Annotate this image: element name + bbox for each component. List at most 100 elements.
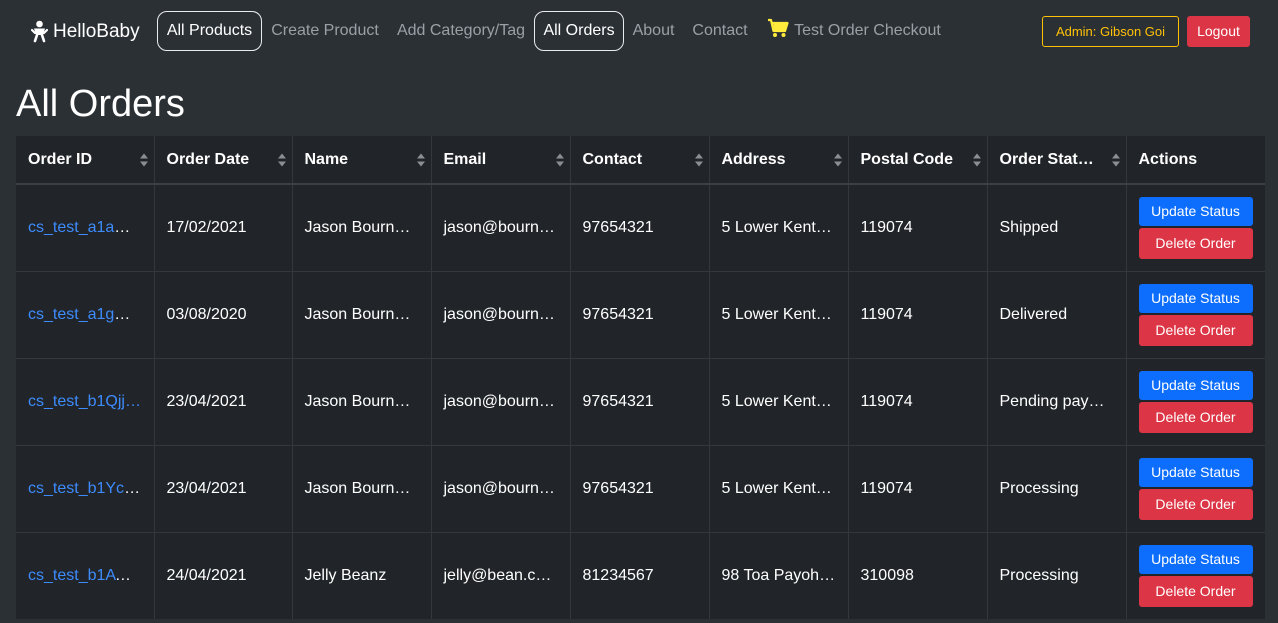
nav-all-orders[interactable]: All Orders [534, 11, 624, 51]
nav-about[interactable]: About [631, 11, 676, 51]
nav-test-order-checkout[interactable]: Test Order Checkout [765, 11, 943, 51]
order-id-cell: cs_test_a1gH… [16, 270, 155, 358]
actions-cell: Update Status Delete Order [1126, 357, 1265, 445]
sort-icon [1111, 153, 1120, 166]
order-id-cell: cs_test_b1AV… [16, 531, 155, 619]
contact-cell: 97654321 [570, 183, 710, 271]
table-header-row: Order ID Order Date Name Email Contact A… [16, 136, 1265, 185]
baby-icon [31, 20, 48, 43]
name-cell: Jason Bourne… [292, 183, 432, 271]
order-id-cell: cs_test_a1aM… [16, 183, 155, 271]
nav-all-products[interactable]: All Products [157, 11, 262, 51]
postal-code-cell: 310098 [848, 531, 988, 619]
column-header[interactable]: Email [431, 136, 571, 185]
column-header[interactable]: Order Date [154, 136, 293, 185]
order-id-link[interactable]: cs_test_a1aM… [28, 219, 144, 236]
order-status-cell: Shipped [987, 183, 1127, 271]
address-cell: 5 Lower Kent … [709, 444, 849, 532]
sort-icon [833, 153, 842, 166]
delete-order-button[interactable]: Delete Order [1138, 401, 1253, 433]
column-header-label: Address [721, 150, 786, 168]
contact-cell: 97654321 [570, 444, 710, 532]
postal-code-cell: 119074 [848, 357, 988, 445]
sort-icon [555, 153, 564, 166]
sort-icon [694, 153, 703, 166]
brand-logo[interactable]: HelloBaby [31, 20, 140, 44]
column-header-label: Order Stat… [999, 150, 1094, 168]
table-row: cs_test_a1aM… 17/02/2021 Jason Bourne… j… [16, 183, 1265, 271]
name-cell: Jason Bourne… [292, 270, 432, 358]
actions-cell: Update Status Delete Order [1126, 183, 1265, 271]
column-header-actions: Actions [1126, 136, 1265, 185]
update-status-button[interactable]: Update Status [1138, 196, 1253, 226]
column-header[interactable]: Postal Code [848, 136, 988, 185]
name-cell: Jelly Beanz [292, 531, 432, 619]
column-header-label: Order ID [28, 150, 93, 168]
column-header-label: Name [304, 150, 349, 168]
order-id-link[interactable]: cs_test_b1Qjj… [28, 393, 141, 410]
column-header[interactable]: Order Stat… [987, 136, 1127, 185]
table-row: cs_test_b1AV… 24/04/2021 Jelly Beanz jel… [16, 531, 1265, 619]
order-status-cell: Processing [987, 531, 1127, 619]
update-status-button[interactable]: Update Status [1138, 457, 1253, 487]
checkout-label: Test Order Checkout [794, 22, 941, 39]
contact-cell: 97654321 [570, 270, 710, 358]
sort-icon [416, 153, 425, 166]
contact-cell: 97654321 [570, 357, 710, 445]
sort-icon [277, 153, 286, 166]
page-title: All Orders [16, 83, 185, 125]
address-cell: 5 Lower Kent … [709, 357, 849, 445]
address-cell: 5 Lower Kent … [709, 270, 849, 358]
column-header[interactable]: Name [292, 136, 432, 185]
order-status-cell: Processing [987, 444, 1127, 532]
postal-code-cell: 119074 [848, 183, 988, 271]
actions-cell: Update Status Delete Order [1126, 444, 1265, 532]
email-cell: jelly@bean.com [431, 531, 571, 619]
logout-button[interactable]: Logout [1187, 16, 1250, 47]
nav-contact[interactable]: Contact [691, 11, 749, 51]
orders-table: Order ID Order Date Name Email Contact A… [16, 136, 1265, 619]
column-header-label: Email [443, 150, 487, 168]
actions-cell: Update Status Delete Order [1126, 270, 1265, 358]
sort-icon [139, 153, 148, 166]
order-date-cell: 03/08/2020 [154, 270, 293, 358]
delete-order-button[interactable]: Delete Order [1138, 314, 1253, 346]
nav-create-product[interactable]: Create Product [270, 11, 380, 51]
admin-badge: Admin: Gibson Goi [1042, 16, 1179, 47]
order-id-link[interactable]: cs_test_a1gH… [28, 306, 142, 323]
delete-order-button[interactable]: Delete Order [1138, 488, 1253, 520]
nav-add-category-tag[interactable]: Add Category/Tag [396, 11, 526, 51]
order-status-cell: Pending pay… [987, 357, 1127, 445]
top-navbar: HelloBaby All Products Create Product Ad… [0, 0, 1278, 64]
update-status-button[interactable]: Update Status [1138, 370, 1253, 400]
address-cell: 98 Toa Payoh… [709, 531, 849, 619]
table-row: cs_test_b1Qjj… 23/04/2021 Jason Bourne… … [16, 357, 1265, 445]
delete-order-button[interactable]: Delete Order [1138, 227, 1253, 259]
order-date-cell: 23/04/2021 [154, 357, 293, 445]
order-id-cell: cs_test_b1Ycj… [16, 444, 155, 532]
column-header-label: Contact [582, 150, 643, 168]
update-status-button[interactable]: Update Status [1138, 283, 1253, 313]
column-header-label: Order Date [166, 150, 250, 168]
order-id-link[interactable]: cs_test_b1Ycj… [28, 480, 144, 497]
column-header[interactable]: Address [709, 136, 849, 185]
name-cell: Jason Bourne… [292, 444, 432, 532]
order-date-cell: 24/04/2021 [154, 531, 293, 619]
column-header[interactable]: Contact [570, 136, 710, 185]
sort-icon [972, 153, 981, 166]
delete-order-button[interactable]: Delete Order [1138, 575, 1253, 607]
order-date-cell: 23/04/2021 [154, 444, 293, 532]
order-date-cell: 17/02/2021 [154, 183, 293, 271]
email-cell: jason@bourn… [431, 444, 571, 532]
address-cell: 5 Lower Kent … [709, 183, 849, 271]
update-status-button[interactable]: Update Status [1138, 544, 1253, 574]
postal-code-cell: 119074 [848, 444, 988, 532]
order-id-link[interactable]: cs_test_b1AV… [28, 567, 142, 584]
order-id-cell: cs_test_b1Qjj… [16, 357, 155, 445]
email-cell: jason@bourn… [431, 270, 571, 358]
name-cell: Jason Bourne… [292, 357, 432, 445]
column-header[interactable]: Order ID [16, 136, 155, 185]
cart-icon [768, 18, 789, 37]
order-status-cell: Delivered [987, 270, 1127, 358]
email-cell: jason@bourn… [431, 183, 571, 271]
